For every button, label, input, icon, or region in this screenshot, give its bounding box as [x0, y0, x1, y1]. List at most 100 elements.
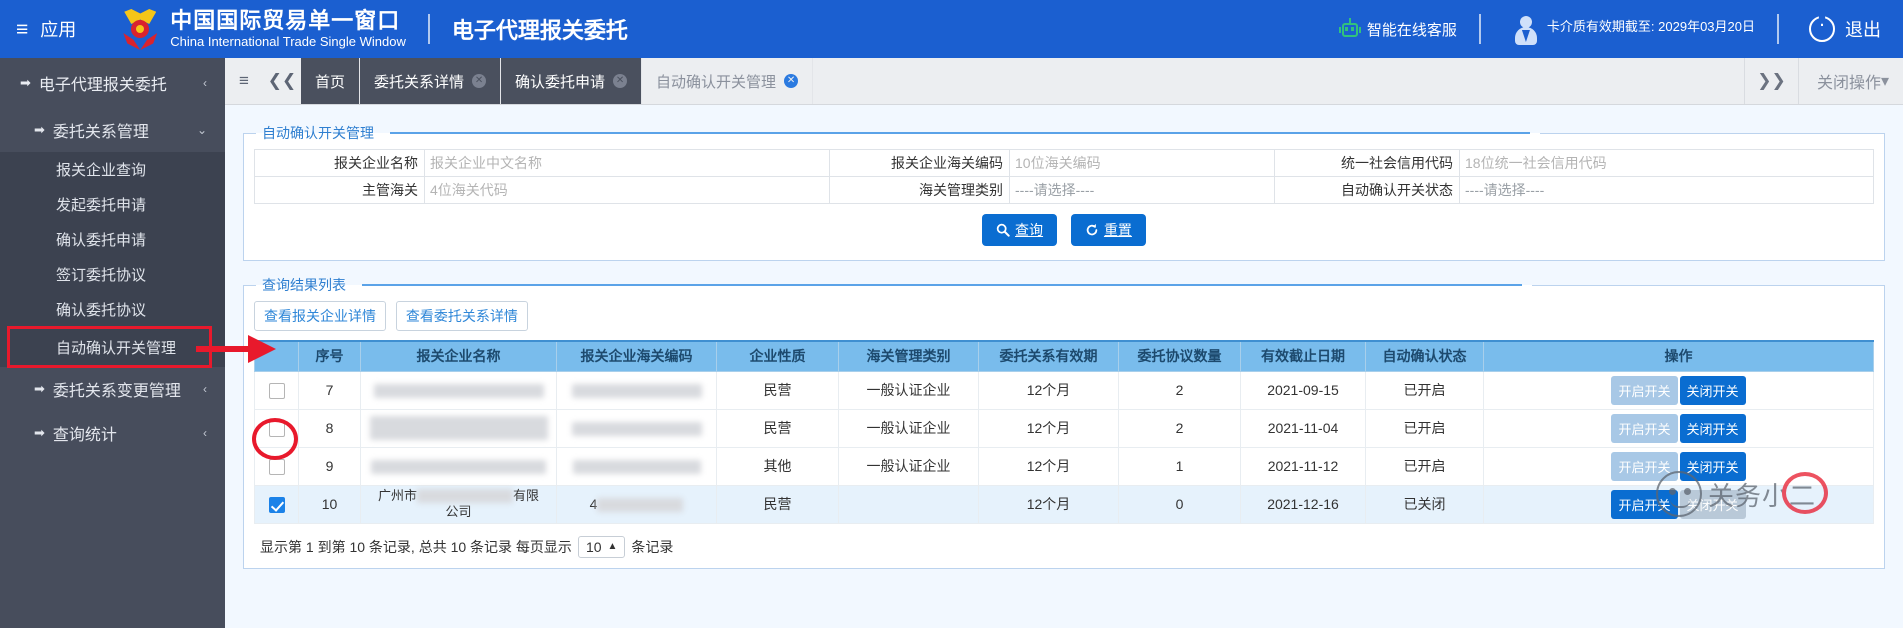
- col-select-all[interactable]: [254, 340, 299, 372]
- single-window-logo-icon: [118, 7, 162, 51]
- sidebar-group-entrust-change-management[interactable]: ➡ 委托关系变更管理 ‹: [0, 367, 225, 411]
- placeholder-auto-confirm-status: ----请选择----: [1465, 182, 1545, 198]
- tab-close-icon[interactable]: ✕: [613, 74, 628, 88]
- disable-switch-button[interactable]: 关闭开关: [1679, 375, 1746, 405]
- close-operations-menu[interactable]: 关闭操作 ▾: [1797, 58, 1903, 104]
- row-checkbox-cell[interactable]: [254, 370, 299, 410]
- enter-arrow-icon: ➡: [20, 75, 31, 90]
- chevron-left-icon[interactable]: ‹: [203, 382, 207, 396]
- tabbar-scroll-right-icon[interactable]: ❯❯: [1743, 58, 1798, 104]
- tab-close-icon[interactable]: ✕: [472, 74, 487, 88]
- redacted-company-name: [373, 384, 544, 399]
- user-info[interactable]: 卡介质有效期截至: 2029年03月20日: [1513, 10, 1755, 48]
- table-row[interactable]: 9 其他 一般认证企业 12个月 1 2021-11-12 已开启 开启开关 关闭…: [254, 446, 1874, 486]
- enable-switch-button[interactable]: 开启开关: [1611, 489, 1678, 519]
- enable-switch-button[interactable]: 开启开关: [1611, 451, 1678, 481]
- row-checkbox[interactable]: [268, 382, 285, 399]
- row-checkbox-cell[interactable]: [254, 484, 299, 524]
- disable-switch-button[interactable]: 关闭开关: [1679, 489, 1746, 519]
- sidebar-item-label: 确认委托申请: [56, 232, 147, 249]
- tab-confirm-entrust-request[interactable]: 确认委托申请 ✕: [501, 58, 643, 104]
- tabbar-scroll-left-icon[interactable]: ❮❮: [263, 58, 301, 104]
- apps-label[interactable]: 应用: [40, 16, 76, 42]
- cell-nature: 民营: [716, 484, 839, 524]
- reset-icon: [1086, 224, 1098, 236]
- sidebar-group-label: 委托关系管理: [52, 124, 149, 141]
- sidebar-group-entrust-management[interactable]: ➡ 委托关系管理 ⌄: [0, 108, 225, 152]
- tab-entrust-relation-detail[interactable]: 委托关系详情 ✕: [360, 58, 502, 104]
- brand: 中国国际贸易单一窗口 China International Trade Sin…: [170, 8, 406, 49]
- input-company-name[interactable]: 报关企业中文名称: [424, 149, 830, 177]
- input-social-credit-code[interactable]: 18位统一社会信用代码: [1459, 149, 1874, 177]
- sidebar-item-initiate-entrust[interactable]: 发起委托申请: [0, 187, 225, 222]
- tab-close-icon[interactable]: ✕: [784, 74, 799, 88]
- table-row[interactable]: 7 民营 一般认证企业 12个月 2 2021-09-15 已开启 开启开关 关闭…: [254, 370, 1874, 410]
- placeholder-customs-category: ----请选择----: [1015, 182, 1095, 198]
- enter-arrow-icon: ➡: [34, 122, 45, 137]
- row-checkbox-cell[interactable]: [254, 446, 299, 486]
- apps-menu-icon[interactable]: ≡: [16, 19, 28, 40]
- enable-switch-button[interactable]: 开启开关: [1611, 413, 1678, 443]
- cell-category: 一般认证企业: [838, 446, 979, 486]
- cell-customs-code: 4: [556, 484, 717, 524]
- col-operations: 操作: [1483, 340, 1874, 372]
- cell-agreement-count: 0: [1118, 484, 1241, 524]
- cell-customs-code: [556, 446, 717, 486]
- sidebar-root-item[interactable]: ➡ 电子代理报关委托 ‹: [0, 58, 225, 108]
- pagination-text-after: 条记录: [631, 538, 674, 555]
- table-row[interactable]: 10 广州市 有限 公司 4 民营 12个月 0 2021-12-16 已关闭: [254, 484, 1874, 524]
- sidebar-item-customs-broker-query[interactable]: 报关企业查询: [0, 152, 225, 187]
- pagination-footer: 显示第 1 到第 10 条记录, 总共 10 条记录 每页显示 10 ▲ 条记录: [254, 524, 1874, 558]
- tab-home[interactable]: 首页: [301, 58, 361, 104]
- row-checkbox[interactable]: [268, 420, 285, 437]
- view-entrust-relation-detail-button[interactable]: 查看委托关系详情: [395, 301, 528, 331]
- cell-company-name: [360, 408, 557, 448]
- logout-button[interactable]: 退出: [1809, 16, 1881, 42]
- page-size-value: 10: [585, 538, 602, 555]
- chevron-down-icon[interactable]: ⌄: [197, 123, 207, 137]
- redacted-company-name: [369, 416, 548, 440]
- sidebar-item-confirm-entrust-request[interactable]: 确认委托申请: [0, 222, 225, 257]
- sidebar-item-sign-agreement[interactable]: 签订委托协议: [0, 257, 225, 292]
- enable-switch-button[interactable]: 开启开关: [1611, 375, 1678, 405]
- col-customs-code: 报关企业海关编码: [556, 340, 717, 372]
- header-divider-2: [1478, 14, 1481, 44]
- select-customs-category[interactable]: ----请选择----: [1009, 176, 1275, 204]
- caret-up-icon: ▲: [607, 541, 618, 552]
- page-size-select[interactable]: 10 ▲: [577, 535, 626, 558]
- input-customs-code[interactable]: 10位海关编码: [1009, 149, 1275, 177]
- col-seq: 序号: [298, 340, 361, 372]
- redacted-customs-code: [597, 498, 684, 513]
- sidebar-item-label: 报关企业查询: [56, 162, 147, 179]
- tab-label: 委托关系详情: [374, 73, 465, 91]
- search-actions: 查询 重置: [254, 204, 1874, 250]
- cell-deadline: 2021-11-04: [1240, 408, 1366, 448]
- table-row[interactable]: 8 民营 一般认证企业 12个月 2 2021-11-04 已开启 开启开关 关闭…: [254, 408, 1874, 448]
- search-button[interactable]: 查询: [982, 214, 1058, 246]
- cell-deadline: 2021-09-15: [1240, 370, 1366, 410]
- sidebar-group-query-statistics[interactable]: ➡ 查询统计 ‹: [0, 411, 225, 455]
- chevron-left-icon[interactable]: ‹: [203, 76, 207, 90]
- select-auto-confirm-status[interactable]: ----请选择----: [1459, 176, 1874, 204]
- reset-button[interactable]: 重置: [1070, 214, 1146, 246]
- label-supervising-customs: 主管海关: [254, 176, 425, 204]
- input-supervising-customs[interactable]: 4位海关代码: [424, 176, 830, 204]
- disable-switch-button[interactable]: 关闭开关: [1679, 451, 1746, 481]
- tab-auto-confirm-switch-management[interactable]: 自动确认开关管理 ✕: [642, 58, 814, 104]
- placeholder-social-credit-code: 18位统一社会信用代码: [1465, 155, 1607, 171]
- row-checkbox[interactable]: [268, 458, 285, 475]
- view-broker-detail-button[interactable]: 查看报关企业详情: [254, 301, 386, 331]
- sidebar-item-auto-confirm-switch-management[interactable]: 自动确认开关管理: [7, 326, 212, 368]
- row-checkbox[interactable]: [268, 496, 285, 513]
- disable-switch-button[interactable]: 关闭开关: [1679, 413, 1746, 443]
- cell-agreement-count: 2: [1118, 370, 1241, 410]
- col-company-name: 报关企业名称: [360, 340, 557, 372]
- chevron-left-icon[interactable]: ‹: [203, 426, 207, 440]
- sidebar-item-confirm-agreement[interactable]: 确认委托协议: [0, 292, 225, 327]
- online-service-button[interactable]: 智能在线客服: [1338, 18, 1457, 40]
- cell-deadline: 2021-12-16: [1240, 484, 1366, 524]
- redacted-customs-code: [572, 460, 701, 475]
- row-checkbox-cell[interactable]: [254, 408, 299, 448]
- legend-rule: [362, 284, 1522, 286]
- tabbar-menu-icon[interactable]: ≡: [225, 58, 263, 104]
